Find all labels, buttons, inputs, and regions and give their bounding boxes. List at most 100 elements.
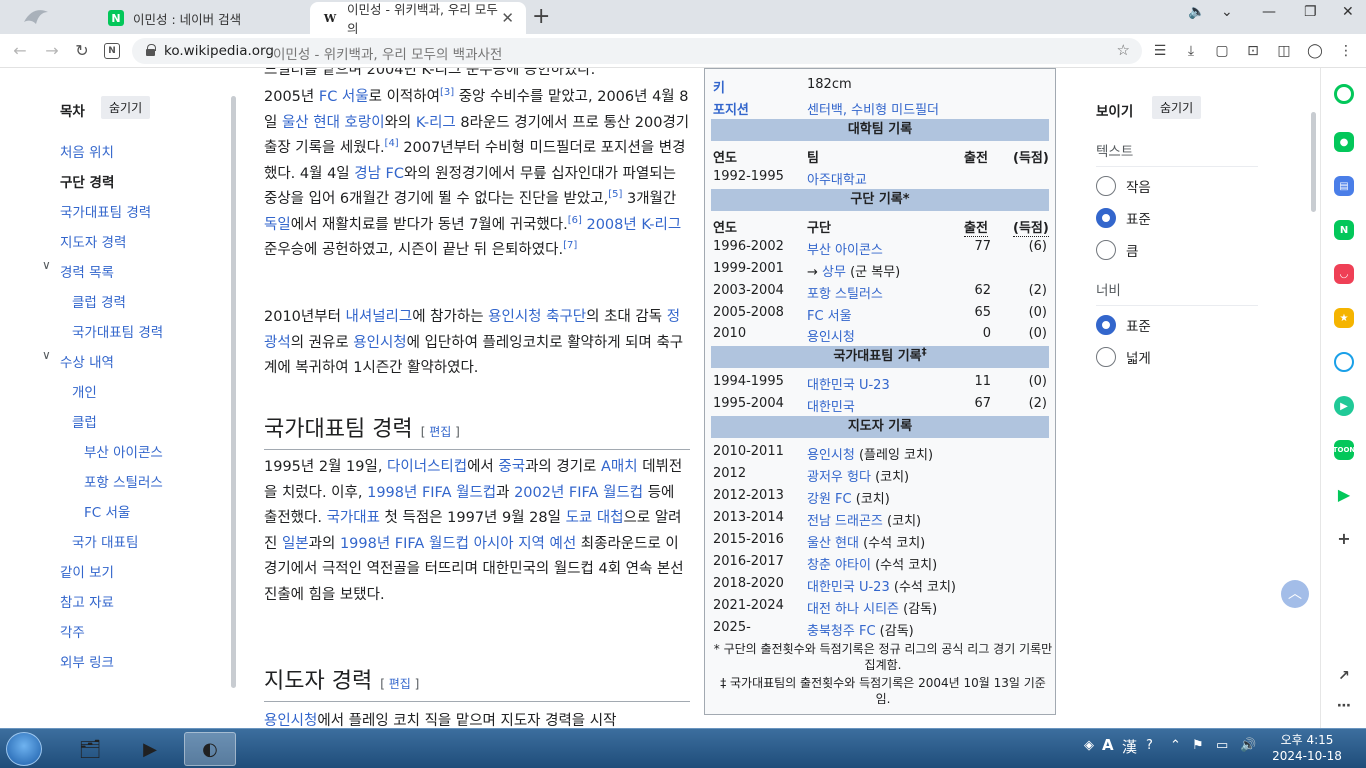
- link-1998-world-cup[interactable]: 1998년 FIFA 월드컵: [367, 485, 496, 501]
- tab-naver-search[interactable]: N 이민성 : 네이버 검색: [96, 2, 308, 34]
- more-icon[interactable]: ⋯: [1334, 696, 1354, 716]
- width-standard-radio[interactable]: 표준: [1096, 315, 1151, 335]
- toc-item[interactable]: 구단 경력: [60, 171, 114, 191]
- help-icon[interactable]: ?: [1146, 738, 1153, 753]
- close-tab-icon[interactable]: ✕: [501, 9, 514, 27]
- capture-icon[interactable]: ▢: [1214, 43, 1230, 59]
- speaker-icon[interactable]: 🔈: [1188, 4, 1205, 20]
- back-button[interactable]: ←: [10, 41, 30, 60]
- screenshot-icon[interactable]: ⊡: [1245, 43, 1261, 59]
- reference-3[interactable]: [3]: [440, 87, 454, 98]
- coach-team[interactable]: 울산 현대: [807, 536, 859, 551]
- link-2008-k-league[interactable]: 2008년 K-리그: [586, 217, 681, 233]
- toc-item[interactable]: 클럽 경력: [72, 291, 126, 311]
- chevron-down-icon[interactable]: ∨: [42, 258, 51, 272]
- coach-team[interactable]: 광저우 헝다: [807, 470, 871, 485]
- national-team[interactable]: 대한민국: [807, 396, 855, 415]
- link-yongin[interactable]: 용인시청: [353, 335, 406, 351]
- toc-item[interactable]: 각주: [60, 621, 85, 641]
- coach-team[interactable]: 전남 드래곤즈: [807, 514, 883, 529]
- toc-item[interactable]: 개인: [72, 381, 97, 401]
- link-dynasty-cup[interactable]: 다이너스티컵: [387, 459, 467, 475]
- translate-icon[interactable]: [1334, 352, 1354, 372]
- chat-icon[interactable]: ●: [1334, 132, 1354, 152]
- text-size-small-radio[interactable]: 작음: [1096, 176, 1151, 196]
- volume-icon[interactable]: 🔊: [1240, 738, 1256, 753]
- ime-mode-icon[interactable]: A: [1102, 736, 1114, 754]
- toc-item[interactable]: ∨ 수상 내역: [42, 348, 114, 371]
- toc-scrollbar[interactable]: [231, 96, 236, 688]
- network-tray-icon[interactable]: ◈: [1084, 738, 1094, 753]
- whale-browser-icon[interactable]: ◐: [184, 732, 236, 766]
- toc-item[interactable]: 국가 대표팀: [72, 531, 138, 551]
- new-tab-button[interactable]: +: [532, 4, 550, 29]
- naver-whale-icon[interactable]: [1334, 84, 1354, 104]
- toc-item[interactable]: 지도자 경력: [60, 231, 126, 251]
- radio-selected-icon[interactable]: [1096, 208, 1116, 228]
- radio-icon[interactable]: [1096, 347, 1116, 367]
- close-window-button[interactable]: ✕: [1342, 4, 1354, 20]
- page-scrollbar[interactable]: [1311, 112, 1316, 212]
- link-tokyo-daecheop[interactable]: 도쿄 대첩: [566, 510, 624, 526]
- media-play-icon[interactable]: ▶: [1334, 396, 1354, 416]
- bookmark-star-icon[interactable]: ☆: [1117, 41, 1130, 59]
- radio-icon[interactable]: [1096, 240, 1116, 260]
- pocket-icon[interactable]: ◡: [1334, 264, 1354, 284]
- media-player-icon[interactable]: ▶: [124, 732, 176, 766]
- webtoon-icon[interactable]: TOON: [1333, 440, 1355, 460]
- club-team[interactable]: 부산 아이콘스: [807, 239, 883, 258]
- minimize-button[interactable]: —: [1262, 4, 1276, 20]
- reference-6[interactable]: [6]: [568, 215, 582, 226]
- toc-item[interactable]: 국가대표팀 경력: [72, 321, 163, 341]
- file-explorer-icon[interactable]: 🗂: [64, 732, 116, 766]
- club-team[interactable]: FC 서울: [807, 305, 852, 324]
- browser-logo-icon[interactable]: [22, 6, 50, 28]
- hanja-icon[interactable]: 漢: [1122, 736, 1137, 757]
- coach-team[interactable]: 용인시청: [807, 448, 855, 463]
- tray-expand-icon[interactable]: ⌃: [1170, 738, 1181, 753]
- coach-team[interactable]: 강원 FC: [807, 492, 852, 507]
- naver-home-icon[interactable]: N: [104, 43, 120, 59]
- width-wide-radio[interactable]: 넓게: [1096, 347, 1151, 367]
- reload-button[interactable]: ↻: [72, 41, 92, 60]
- reading-list-icon[interactable]: ☰: [1152, 43, 1168, 59]
- link-national-league[interactable]: 내셔널리그: [346, 309, 413, 325]
- reference-7[interactable]: [7]: [563, 240, 577, 251]
- toc-item[interactable]: 같이 보기: [60, 561, 114, 581]
- notes-icon[interactable]: N: [1334, 220, 1354, 240]
- favorites-icon[interactable]: ★: [1334, 308, 1354, 328]
- download-icon[interactable]: ⤓: [1183, 43, 1199, 59]
- text-size-large-radio[interactable]: 큼: [1096, 240, 1138, 260]
- flag-icon[interactable]: ⚑: [1192, 738, 1204, 753]
- link-gyeongnam[interactable]: 경남 FC: [354, 166, 404, 182]
- toc-item[interactable]: 클럽: [72, 411, 97, 431]
- link-japan[interactable]: 일본: [282, 536, 309, 552]
- link-national-team[interactable]: 국가대표: [327, 510, 380, 526]
- toc-item[interactable]: 참고 자료: [60, 591, 114, 611]
- toc-hide-button[interactable]: 숨기기: [101, 96, 151, 119]
- display-icon[interactable]: ▭: [1216, 738, 1228, 753]
- college-team[interactable]: 아주대학교: [807, 169, 867, 188]
- chevron-down-icon[interactable]: ⌄: [1221, 4, 1233, 20]
- radio-icon[interactable]: [1096, 176, 1116, 196]
- coach-team[interactable]: 대전 하나 시티즌: [807, 602, 899, 617]
- club-team[interactable]: 포항 스틸러스: [807, 283, 883, 302]
- reference-5[interactable]: [5]: [608, 189, 622, 200]
- infobox-position-value[interactable]: 센터백, 수비형 미드필더: [807, 99, 939, 118]
- toc-item[interactable]: 처음 위치: [60, 141, 114, 161]
- coach-team[interactable]: 충북청주 FC: [807, 624, 876, 639]
- chevron-down-icon[interactable]: ∨: [42, 348, 51, 362]
- open-external-icon[interactable]: ↗: [1334, 666, 1354, 686]
- link-germany[interactable]: 독일: [264, 217, 291, 233]
- link-1998-qualifiers[interactable]: 1998년 FIFA 월드컵 아시아 지역 예선: [340, 536, 576, 552]
- link-2002-world-cup[interactable]: 2002년 FIFA 월드컵: [514, 485, 643, 501]
- link-fc-seoul[interactable]: FC 서울: [319, 89, 369, 105]
- link-yongin[interactable]: 용인시청: [264, 713, 317, 728]
- menu-icon[interactable]: ⋮: [1338, 43, 1354, 59]
- taskbar-clock[interactable]: 오후 4:15 2024-10-18: [1272, 732, 1342, 764]
- link-a-match[interactable]: A매치: [601, 459, 638, 475]
- edit-link[interactable]: [ 편집 ]: [380, 677, 419, 691]
- add-extension-icon[interactable]: +: [1334, 528, 1354, 548]
- edit-link[interactable]: [ 편집 ]: [421, 425, 460, 439]
- toc-item[interactable]: FC 서울: [84, 501, 130, 521]
